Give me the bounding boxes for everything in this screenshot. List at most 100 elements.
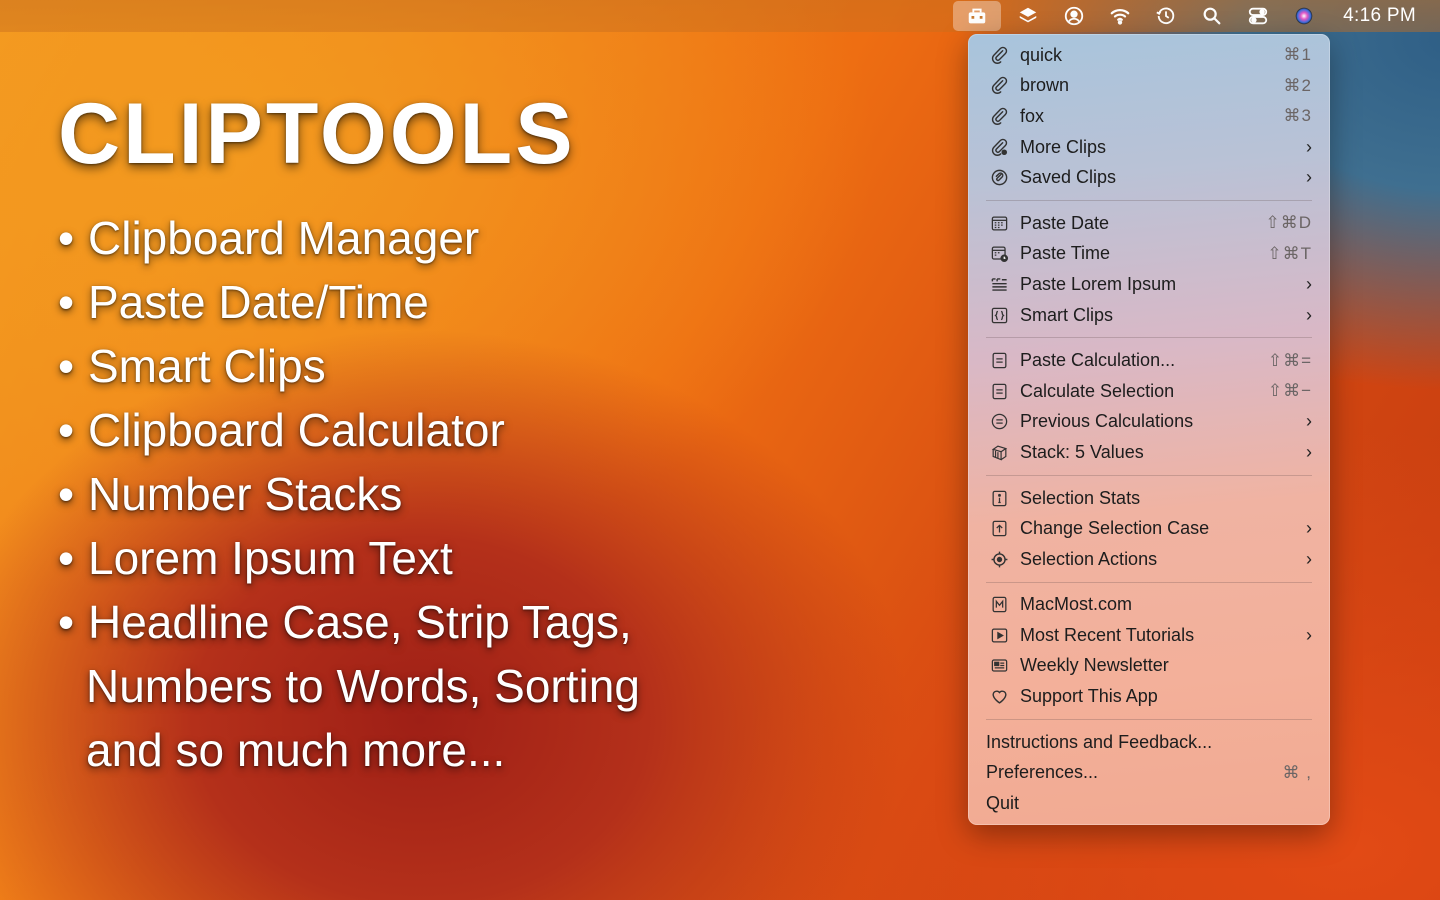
- menu-item-label: Quit: [986, 792, 1020, 813]
- play-square-icon: [988, 624, 1010, 646]
- menu-item-most-recent-tutorials[interactable]: Most Recent Tutorials ›: [968, 620, 1330, 651]
- menu-item-label: Calculate Selection: [1020, 380, 1175, 401]
- app-title: CLIPTOOLS: [58, 86, 576, 182]
- menu-item-label: Saved Clips: [1020, 167, 1117, 188]
- calendar-icon: [988, 212, 1010, 234]
- menu-item-selection-actions[interactable]: Selection Actions ›: [968, 544, 1330, 575]
- menu-item-stack[interactable]: Stack: 5 Values ›: [968, 437, 1330, 468]
- feature-item: Smart Clips: [58, 334, 640, 398]
- menu-item-change-selection-case[interactable]: Change Selection Case ›: [968, 513, 1330, 544]
- menu-item-label: Paste Lorem Ipsum: [1020, 273, 1177, 294]
- menu-separator: [986, 718, 1312, 720]
- user-menu-extra[interactable]: [1051, 1, 1097, 31]
- menu-item-label: Weekly Newsletter: [1020, 655, 1169, 676]
- menu-separator: [986, 581, 1312, 583]
- heart-icon: [988, 686, 1010, 708]
- feature-continuation: Numbers to Words, Sorting: [86, 660, 640, 712]
- newsletter-icon: [988, 655, 1010, 677]
- siri-menu-extra[interactable]: [1281, 1, 1327, 31]
- stack-icon: [988, 441, 1010, 463]
- chevron-right-icon: ›: [1306, 167, 1312, 188]
- menu-item-saved-clips[interactable]: Saved Clips ›: [968, 162, 1330, 193]
- braces-icon: [988, 304, 1010, 326]
- feature-list: Clipboard Manager Paste Date/Time Smart …: [58, 206, 640, 654]
- user-circle-icon: [1064, 6, 1084, 26]
- menu-item-label: Support This App: [1020, 686, 1158, 707]
- menu-item-quit[interactable]: Quit: [968, 788, 1330, 819]
- time-machine-menu-extra[interactable]: [1143, 1, 1189, 31]
- menu-item-clip-brown[interactable]: brown ⌘2: [968, 71, 1330, 102]
- info-square-icon: [988, 487, 1010, 509]
- chevron-right-icon: ›: [1306, 441, 1312, 462]
- chevron-right-icon: ›: [1306, 136, 1312, 157]
- menu-item-label: Change Selection Case: [1020, 518, 1210, 539]
- menu-item-shortcut: ⇧⌘=: [1267, 350, 1312, 370]
- menu-item-clip-fox[interactable]: fox ⌘3: [968, 101, 1330, 132]
- menu-item-smart-clips[interactable]: Smart Clips ›: [968, 300, 1330, 331]
- menu-item-label: Paste Date: [1020, 212, 1110, 233]
- chevron-right-icon: ›: [1306, 411, 1312, 432]
- menu-item-shortcut: ⇧⌘D: [1265, 213, 1312, 233]
- feature-item: Paste Date/Time: [58, 270, 640, 334]
- layers-menu-extra[interactable]: [1005, 1, 1051, 31]
- menu-item-paste-lorem-ipsum[interactable]: Paste Lorem Ipsum ›: [968, 269, 1330, 300]
- menu-item-label: Preferences...: [986, 762, 1099, 783]
- menu-item-previous-calculations[interactable]: Previous Calculations ›: [968, 407, 1330, 438]
- control-center-menu-extra[interactable]: [1235, 1, 1281, 31]
- menu-item-label: Stack: 5 Values: [1020, 441, 1144, 462]
- menu-item-instructions-feedback[interactable]: Instructions and Feedback...: [968, 727, 1330, 758]
- menu-item-support-this-app[interactable]: Support This App: [968, 681, 1330, 712]
- menu-bar-clock[interactable]: 4:16 PM: [1327, 5, 1440, 27]
- menu-separator: [986, 337, 1312, 339]
- menu-item-calculate-selection[interactable]: Calculate Selection ⇧⌘−: [968, 376, 1330, 407]
- chevron-right-icon: ›: [1306, 304, 1312, 325]
- menu-item-label: Smart Clips: [1020, 304, 1114, 325]
- chevron-right-icon: ›: [1306, 518, 1312, 539]
- menu-item-shortcut: ⌘1: [1283, 45, 1312, 65]
- menu-item-preferences[interactable]: Preferences... ⌘ ,: [968, 757, 1330, 788]
- wifi-menu-extra[interactable]: [1097, 1, 1143, 31]
- layers-icon: [1019, 7, 1037, 23]
- equals-circle-icon: [988, 411, 1010, 433]
- menu-item-shortcut: ⌘2: [1283, 75, 1312, 95]
- menu-item-label: quick: [1020, 44, 1063, 65]
- control-center-icon: [1248, 7, 1268, 25]
- cliptools-menu-extra[interactable]: [953, 1, 1002, 31]
- menu-item-weekly-newsletter[interactable]: Weekly Newsletter: [968, 651, 1330, 682]
- menu-item-selection-stats[interactable]: Selection Stats: [968, 483, 1330, 514]
- hero-section: CLIPTOOLS Clipboard Manager Paste Date/T…: [58, 88, 640, 782]
- menu-item-shortcut: ⇧⌘−: [1267, 381, 1312, 401]
- calendar-clock-icon: [988, 243, 1010, 265]
- menu-item-paste-time[interactable]: Paste Time ⇧⌘T: [968, 239, 1330, 270]
- menu-item-shortcut: ⇧⌘T: [1267, 243, 1312, 263]
- time-machine-icon: [1156, 7, 1175, 25]
- m-square-icon: [988, 594, 1010, 616]
- cliptools-dropdown-menu: quick ⌘1 brown ⌘2 fox ⌘3 More Clips › Sa…: [968, 34, 1330, 825]
- menu-item-label: Paste Time: [1020, 243, 1111, 264]
- menu-item-shortcut: ⌘ ,: [1282, 762, 1312, 782]
- paperclip-icon: [988, 105, 1010, 127]
- menu-item-label: Paste Calculation...: [1020, 350, 1176, 371]
- feature-item: Lorem Ipsum Text: [58, 526, 640, 590]
- equals-square-icon: [988, 350, 1010, 372]
- menu-item-shortcut: ⌘3: [1283, 106, 1312, 126]
- chevron-right-icon: ›: [1306, 548, 1312, 569]
- spotlight-search-icon: [1203, 7, 1221, 25]
- quote-text-icon: [988, 273, 1010, 295]
- menu-item-macmost[interactable]: MacMost.com: [968, 590, 1330, 621]
- feature-item: Clipboard Manager: [58, 206, 640, 270]
- menu-item-paste-date[interactable]: Paste Date ⇧⌘D: [968, 208, 1330, 239]
- paperclip-more-icon: [988, 136, 1010, 158]
- menu-separator: [986, 474, 1312, 476]
- menu-item-label: Most Recent Tutorials: [1020, 624, 1195, 645]
- menu-item-label: Instructions and Feedback...: [986, 731, 1213, 752]
- saved-clip-icon: [988, 167, 1010, 189]
- feature-item: Number Stacks: [58, 462, 640, 526]
- menu-bar: 4:16 PM: [0, 0, 1440, 32]
- gear-eye-icon: [988, 548, 1010, 570]
- wifi-icon: [1110, 9, 1130, 25]
- menu-item-more-clips[interactable]: More Clips ›: [968, 132, 1330, 163]
- spotlight-menu-extra[interactable]: [1189, 1, 1235, 31]
- menu-item-paste-calculation[interactable]: Paste Calculation... ⇧⌘=: [968, 345, 1330, 376]
- menu-item-clip-quick[interactable]: quick ⌘1: [968, 40, 1330, 71]
